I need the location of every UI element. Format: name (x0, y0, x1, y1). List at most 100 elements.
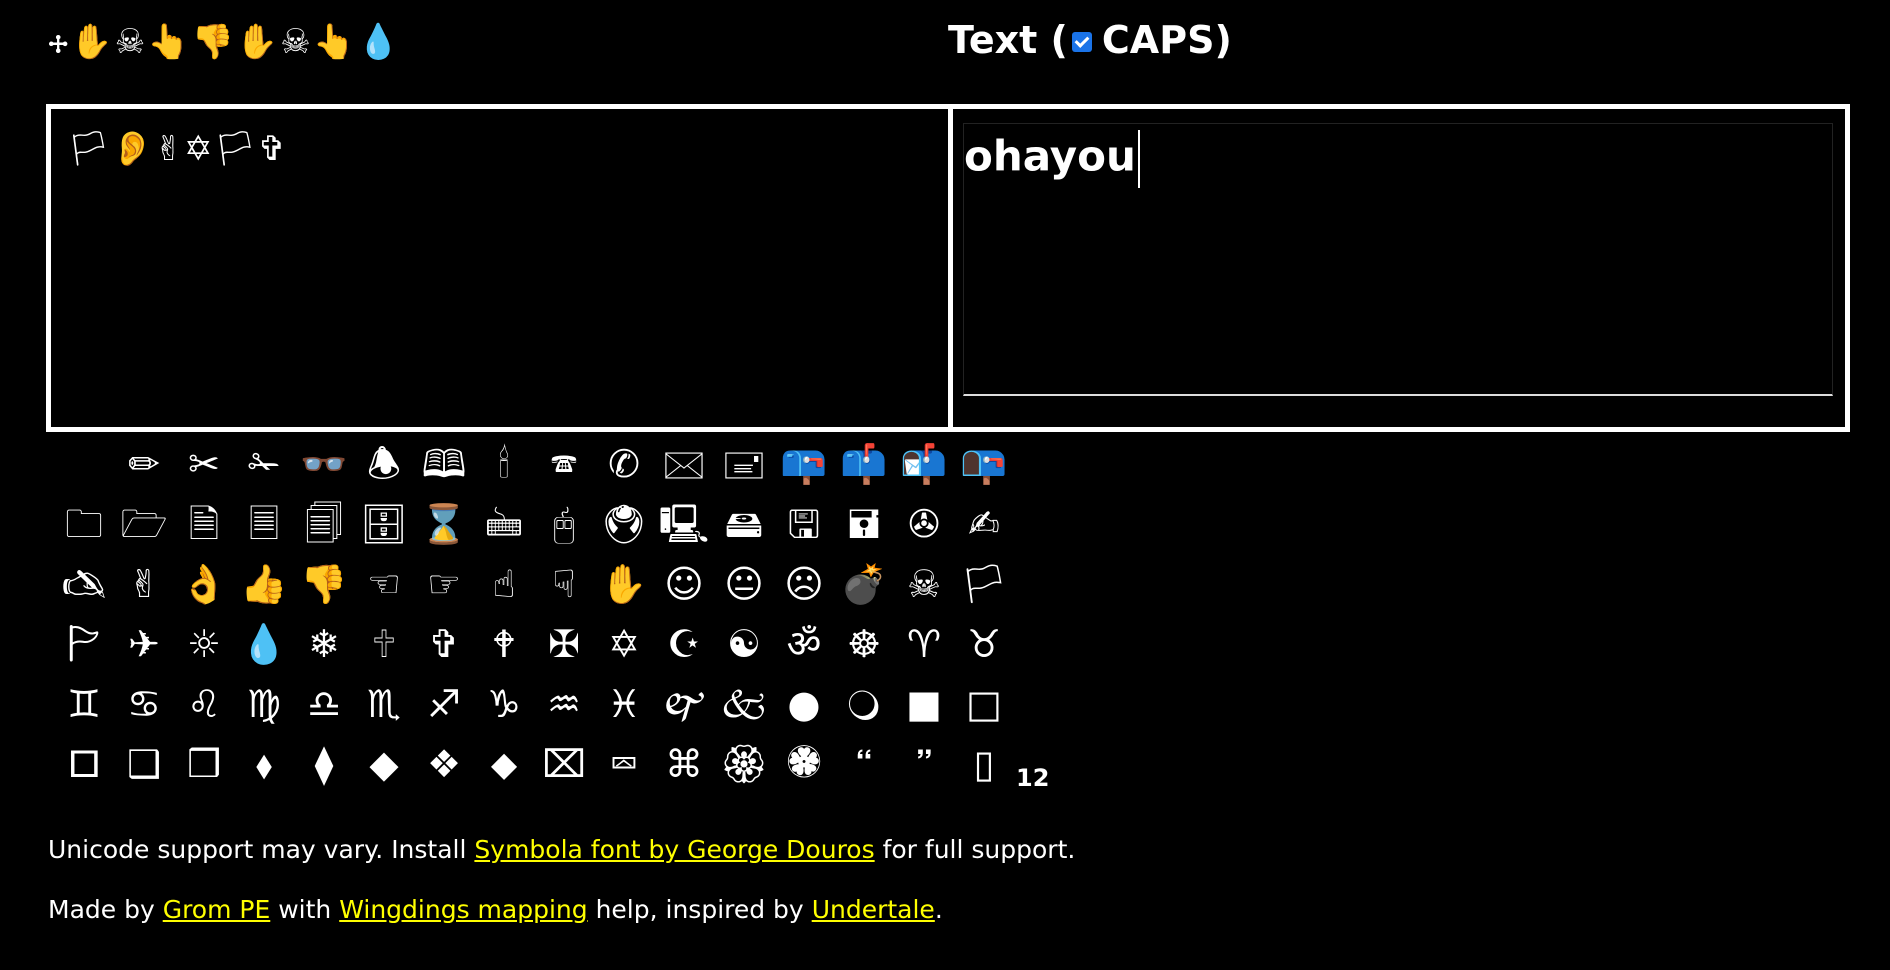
glyph-button[interactable]: 📭 (954, 434, 1014, 494)
glyph-button[interactable]: 🏳 (954, 554, 1014, 614)
glyph-button[interactable]: ✆ (594, 434, 654, 494)
glyph-button[interactable]: 🖮 (474, 494, 534, 554)
glyph-button[interactable]: 👓 (294, 434, 354, 494)
glyph-button[interactable]: ◆ (354, 734, 414, 794)
glyph-button[interactable]: 🕈 (474, 614, 534, 674)
glyph-button[interactable]: ☠ (894, 554, 954, 614)
glyph-button[interactable]: ॐ (774, 614, 834, 674)
glyph-button[interactable]: ☺ (654, 554, 714, 614)
glyph-button[interactable]: 🙶 (834, 734, 894, 794)
glyph-button[interactable]: ✋ (594, 554, 654, 614)
glyph-button[interactable]: 🕭 (354, 434, 414, 494)
glyph-button[interactable]: 🞐 (54, 734, 114, 794)
glyph-button[interactable]: 🗄 (354, 494, 414, 554)
glyph-button[interactable]: ♎ (294, 674, 354, 734)
glyph-button[interactable]: ♈ (894, 614, 954, 674)
wingdings-mapping-link[interactable]: Wingdings mapping (339, 895, 587, 924)
glyph-button[interactable]: ✞ (414, 614, 474, 674)
glyph-button[interactable]: ♓ (594, 674, 654, 734)
glyph-button[interactable]: ☜ (354, 554, 414, 614)
glyph-button[interactable]: ♉ (954, 614, 1014, 674)
glyph-button[interactable]: 🕆 (354, 614, 414, 674)
glyph-button[interactable]: 🔾 (834, 674, 894, 734)
glyph-button[interactable]: ♐ (414, 674, 474, 734)
glyph-button[interactable]: ✠ (534, 614, 594, 674)
glyph-button[interactable]: ✌ (114, 554, 174, 614)
glyph-button[interactable]: 🕿 (534, 434, 594, 494)
glyph-button[interactable]: 🗁 (114, 494, 174, 554)
glyph-button[interactable]: ☪ (654, 614, 714, 674)
glyph-button[interactable]: ✁ (234, 434, 294, 494)
glyph-button[interactable]: ■ (894, 674, 954, 734)
glyph-button[interactable]: 🖂 (654, 434, 714, 494)
glyph-button[interactable]: 🙵 (714, 674, 774, 734)
glyph-button[interactable]: 💧 (234, 614, 294, 674)
glyph-button[interactable]: 🗐 (294, 494, 354, 554)
glyph-button[interactable]: ▯ (954, 734, 1014, 794)
glyph-button[interactable]: 👎 (294, 554, 354, 614)
glyph-button[interactable]: 🗎 (174, 494, 234, 554)
glyph-button[interactable]: ❄ (294, 614, 354, 674)
glyph-button[interactable]: ❑ (114, 734, 174, 794)
glyph-button[interactable]: ♍ (234, 674, 294, 734)
glyph-button[interactable]: 🖰 (534, 494, 594, 554)
glyph-button[interactable]: ☼ (174, 614, 234, 674)
glyph-button[interactable]: ✍ (954, 494, 1014, 554)
glyph-button[interactable]: ✏ (114, 434, 174, 494)
glyph-button[interactable]: 🙷 (894, 734, 954, 794)
glyph-button[interactable]: 💣 (834, 554, 894, 614)
glyph-button[interactable]: ❒ (174, 734, 234, 794)
glyph-button[interactable]: 🖫 (774, 494, 834, 554)
glyph-button[interactable]: ☸ (834, 614, 894, 674)
grom-pe-link[interactable]: Grom PE (163, 895, 271, 924)
glyph-button[interactable]: ⬧ (234, 734, 294, 794)
glyph-button[interactable]: ⌧ (534, 734, 594, 794)
glyph-button[interactable]: ♑ (474, 674, 534, 734)
glyph-button[interactable]: 🖲 (594, 494, 654, 554)
glyph-button[interactable]: 🕮 (414, 434, 474, 494)
glyph-button[interactable]: ♌ (174, 674, 234, 734)
glyph-button[interactable]: 🖬 (834, 494, 894, 554)
glyph-button[interactable]: 🏵 (714, 734, 774, 794)
glyph-button[interactable]: 📬 (894, 434, 954, 494)
glyph-button[interactable]: ⧫ (294, 734, 354, 794)
glyph-button[interactable]: 📪 (774, 434, 834, 494)
glyph-button[interactable]: ✂ (174, 434, 234, 494)
glyph-button[interactable]: 🖎 (54, 554, 114, 614)
glyph-button[interactable]: 🏱 (54, 614, 114, 674)
glyph-button[interactable]: 🖳 (654, 494, 714, 554)
undertale-link[interactable]: Undertale (812, 895, 935, 924)
glyph-button[interactable]: ♊ (54, 674, 114, 734)
glyph-button[interactable]: ⌘ (654, 734, 714, 794)
glyph-button[interactable]: 🕯 (474, 434, 534, 494)
glyph-button[interactable]: 🗏 (234, 494, 294, 554)
glyph-button[interactable]: 😐 (714, 554, 774, 614)
glyph-button[interactable]: ⮹ (594, 734, 654, 794)
glyph-button[interactable]: ♏ (354, 674, 414, 734)
glyph-button[interactable]: 👌 (174, 554, 234, 614)
caps-checkbox[interactable] (1071, 32, 1092, 52)
glyph-button[interactable]: ☹ (774, 554, 834, 614)
glyph-button[interactable]: ● (774, 674, 834, 734)
glyph-button[interactable]: 🙰 (654, 674, 714, 734)
glyph-button[interactable]: ⌛ (414, 494, 474, 554)
glyph-button[interactable]: ✈ (114, 614, 174, 674)
symbola-font-link[interactable]: Symbola font by George Douros (474, 835, 874, 864)
glyph-button[interactable]: 🗀 (54, 494, 114, 554)
glyph-button[interactable]: 🖃 (714, 434, 774, 494)
glyph-button[interactable]: ❖ (414, 734, 474, 794)
glyph-button[interactable]: ⬥ (474, 734, 534, 794)
glyph-button[interactable]: 🖴 (714, 494, 774, 554)
glyph-button[interactable]: ♒ (534, 674, 594, 734)
glyph-button[interactable]: ☯ (714, 614, 774, 674)
glyph-button[interactable]: 🏶 (774, 734, 834, 794)
glyph-button[interactable]: 📫 (834, 434, 894, 494)
glyph-button[interactable]: □ (954, 674, 1014, 734)
glyph-button[interactable]: 👍 (234, 554, 294, 614)
glyph-button[interactable]: ☟ (534, 554, 594, 614)
glyph-button[interactable]: ✡ (594, 614, 654, 674)
text-input[interactable]: ohayou (963, 123, 1833, 396)
glyph-button[interactable]: ☝ (474, 554, 534, 614)
glyph-button[interactable]: ♋ (114, 674, 174, 734)
glyph-button[interactable]: ☞ (414, 554, 474, 614)
